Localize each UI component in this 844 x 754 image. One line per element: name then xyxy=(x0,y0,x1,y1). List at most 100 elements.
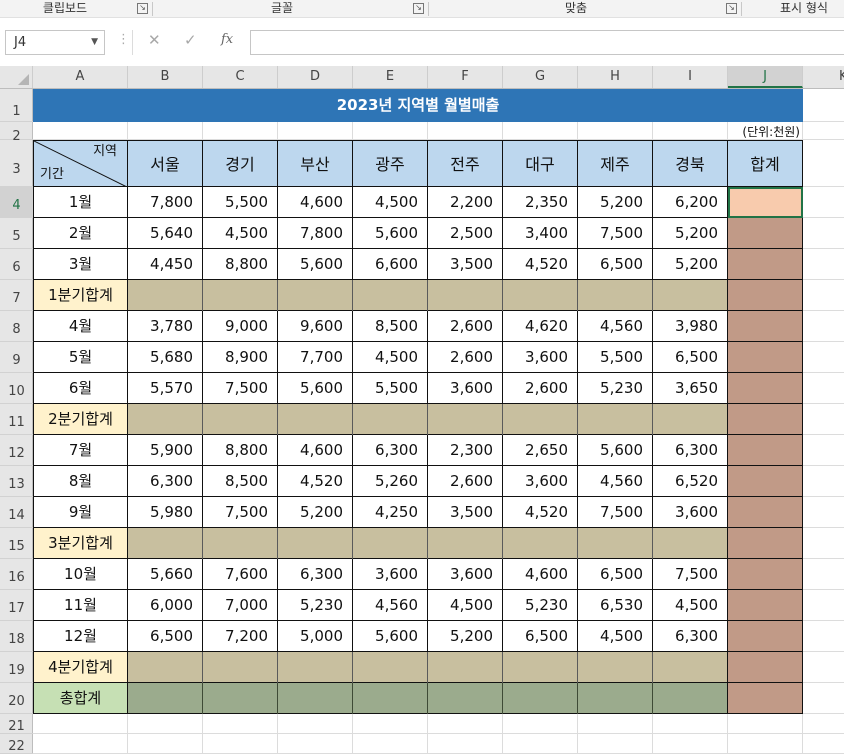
sales-value-cell[interactable]: 4,520 xyxy=(278,466,353,497)
ribbon-group-number[interactable]: 표시 형식 xyxy=(760,0,844,18)
sales-value-cell[interactable]: 8,500 xyxy=(203,466,278,497)
sales-value-cell[interactable]: 6,500 xyxy=(128,621,203,652)
sales-value-cell[interactable]: 6,300 xyxy=(278,559,353,590)
row-header-5[interactable]: 5 xyxy=(0,218,33,249)
sales-value-cell[interactable]: 4,600 xyxy=(278,435,353,466)
total-cell[interactable] xyxy=(728,590,803,621)
sales-value-cell[interactable]: 2,600 xyxy=(503,373,578,404)
sales-value-cell[interactable]: 5,200 xyxy=(653,218,728,249)
quarter-total-label[interactable]: 3분기합계 xyxy=(33,528,128,559)
sales-value-cell[interactable]: 8,800 xyxy=(203,249,278,280)
total-cell[interactable] xyxy=(728,280,803,311)
month-label-cell[interactable]: 1월 xyxy=(33,187,128,218)
sales-value-cell[interactable]: 3,600 xyxy=(653,497,728,528)
sales-value-cell[interactable]: 2,200 xyxy=(428,187,503,218)
sales-value-cell[interactable]: 5,600 xyxy=(278,249,353,280)
sales-value-cell[interactable]: 4,520 xyxy=(503,249,578,280)
quarter-total-range[interactable] xyxy=(128,652,728,683)
sales-value-cell[interactable]: 6,300 xyxy=(128,466,203,497)
ribbon-group-font[interactable]: 글꼴 xyxy=(153,0,411,18)
sales-value-cell[interactable]: 2,500 xyxy=(428,218,503,249)
sales-value-cell[interactable]: 4,560 xyxy=(353,590,428,621)
sales-value-cell[interactable]: 6,530 xyxy=(578,590,653,621)
sales-value-cell[interactable]: 3,600 xyxy=(428,559,503,590)
column-header-c[interactable]: C xyxy=(203,66,278,88)
ribbon-group-clipboard[interactable]: 클립보드 xyxy=(0,0,130,18)
row-header-22[interactable]: 22 xyxy=(0,734,33,754)
row-header-3[interactable]: 3 xyxy=(0,140,33,187)
row-header-7[interactable]: 7 xyxy=(0,280,33,311)
column-header-g[interactable]: G xyxy=(503,66,578,88)
column-header-h[interactable]: H xyxy=(578,66,653,88)
sales-value-cell[interactable]: 8,800 xyxy=(203,435,278,466)
row-header-17[interactable]: 17 xyxy=(0,590,33,621)
sales-value-cell[interactable]: 5,660 xyxy=(128,559,203,590)
sales-value-cell[interactable]: 4,250 xyxy=(353,497,428,528)
sales-value-cell[interactable]: 8,900 xyxy=(203,342,278,373)
row-header-20[interactable]: 20 xyxy=(0,683,33,714)
sales-value-cell[interactable]: 6,300 xyxy=(353,435,428,466)
row-header-8[interactable]: 8 xyxy=(0,311,33,342)
total-cell[interactable] xyxy=(728,218,803,249)
month-label-cell[interactable]: 6월 xyxy=(33,373,128,404)
sales-value-cell[interactable]: 5,230 xyxy=(278,590,353,621)
sales-value-cell[interactable]: 2,600 xyxy=(428,311,503,342)
row-header-12[interactable]: 12 xyxy=(0,435,33,466)
header-region-1[interactable]: 서울 xyxy=(128,140,203,187)
header-total[interactable]: 합계 xyxy=(728,140,803,187)
sales-value-cell[interactable]: 2,350 xyxy=(503,187,578,218)
header-region-5[interactable]: 전주 xyxy=(428,140,503,187)
sales-value-cell[interactable]: 8,500 xyxy=(353,311,428,342)
row-header-10[interactable]: 10 xyxy=(0,373,33,404)
sales-value-cell[interactable]: 3,500 xyxy=(428,497,503,528)
quarter-total-label[interactable]: 4분기합계 xyxy=(33,652,128,683)
sales-value-cell[interactable]: 6,520 xyxy=(653,466,728,497)
header-region-4[interactable]: 광주 xyxy=(353,140,428,187)
sales-value-cell[interactable]: 7,500 xyxy=(653,559,728,590)
selected-cell-j4[interactable] xyxy=(728,187,803,218)
sales-value-cell[interactable]: 3,500 xyxy=(428,249,503,280)
sales-value-cell[interactable]: 5,600 xyxy=(278,373,353,404)
row-header-2[interactable]: 2 xyxy=(0,122,33,144)
sales-value-cell[interactable]: 5,230 xyxy=(503,590,578,621)
month-label-cell[interactable]: 9월 xyxy=(33,497,128,528)
sales-value-cell[interactable]: 3,780 xyxy=(128,311,203,342)
sales-value-cell[interactable]: 7,000 xyxy=(203,590,278,621)
total-cell[interactable] xyxy=(728,652,803,683)
select-all-button[interactable] xyxy=(0,66,33,88)
sales-value-cell[interactable]: 9,000 xyxy=(203,311,278,342)
more-options-icon[interactable]: ⋮ xyxy=(117,32,130,47)
sales-value-cell[interactable]: 6,500 xyxy=(653,342,728,373)
total-cell[interactable] xyxy=(728,342,803,373)
sales-value-cell[interactable]: 4,600 xyxy=(278,187,353,218)
sales-value-cell[interactable]: 3,600 xyxy=(428,373,503,404)
sales-value-cell[interactable]: 4,500 xyxy=(353,187,428,218)
total-cell[interactable] xyxy=(728,683,803,714)
total-cell[interactable] xyxy=(728,404,803,435)
name-box[interactable]: J4 ▼ xyxy=(5,30,105,55)
sales-value-cell[interactable]: 4,500 xyxy=(578,621,653,652)
total-cell[interactable] xyxy=(728,466,803,497)
month-label-cell[interactable]: 4월 xyxy=(33,311,128,342)
column-header-b[interactable]: B xyxy=(128,66,203,88)
sales-value-cell[interactable]: 9,600 xyxy=(278,311,353,342)
row-header-18[interactable]: 18 xyxy=(0,621,33,652)
quarter-total-range[interactable] xyxy=(128,528,728,559)
sales-value-cell[interactable]: 5,200 xyxy=(578,187,653,218)
row-header-21[interactable]: 21 xyxy=(0,714,33,734)
sales-value-cell[interactable]: 5,500 xyxy=(203,187,278,218)
sales-value-cell[interactable]: 7,500 xyxy=(578,218,653,249)
sales-value-cell[interactable]: 6,000 xyxy=(128,590,203,621)
header-region-8[interactable]: 경북 xyxy=(653,140,728,187)
column-header-k[interactable]: K xyxy=(803,66,844,88)
total-cell[interactable] xyxy=(728,497,803,528)
sales-value-cell[interactable]: 6,600 xyxy=(353,249,428,280)
sales-value-cell[interactable]: 3,400 xyxy=(503,218,578,249)
row-header-6[interactable]: 6 xyxy=(0,249,33,280)
formula-input[interactable] xyxy=(250,30,844,55)
sales-value-cell[interactable]: 4,500 xyxy=(353,342,428,373)
sales-value-cell[interactable]: 7,700 xyxy=(278,342,353,373)
row-header-4[interactable]: 4 xyxy=(0,187,33,218)
insert-function-button[interactable]: fx xyxy=(221,32,233,47)
month-label-cell[interactable]: 7월 xyxy=(33,435,128,466)
